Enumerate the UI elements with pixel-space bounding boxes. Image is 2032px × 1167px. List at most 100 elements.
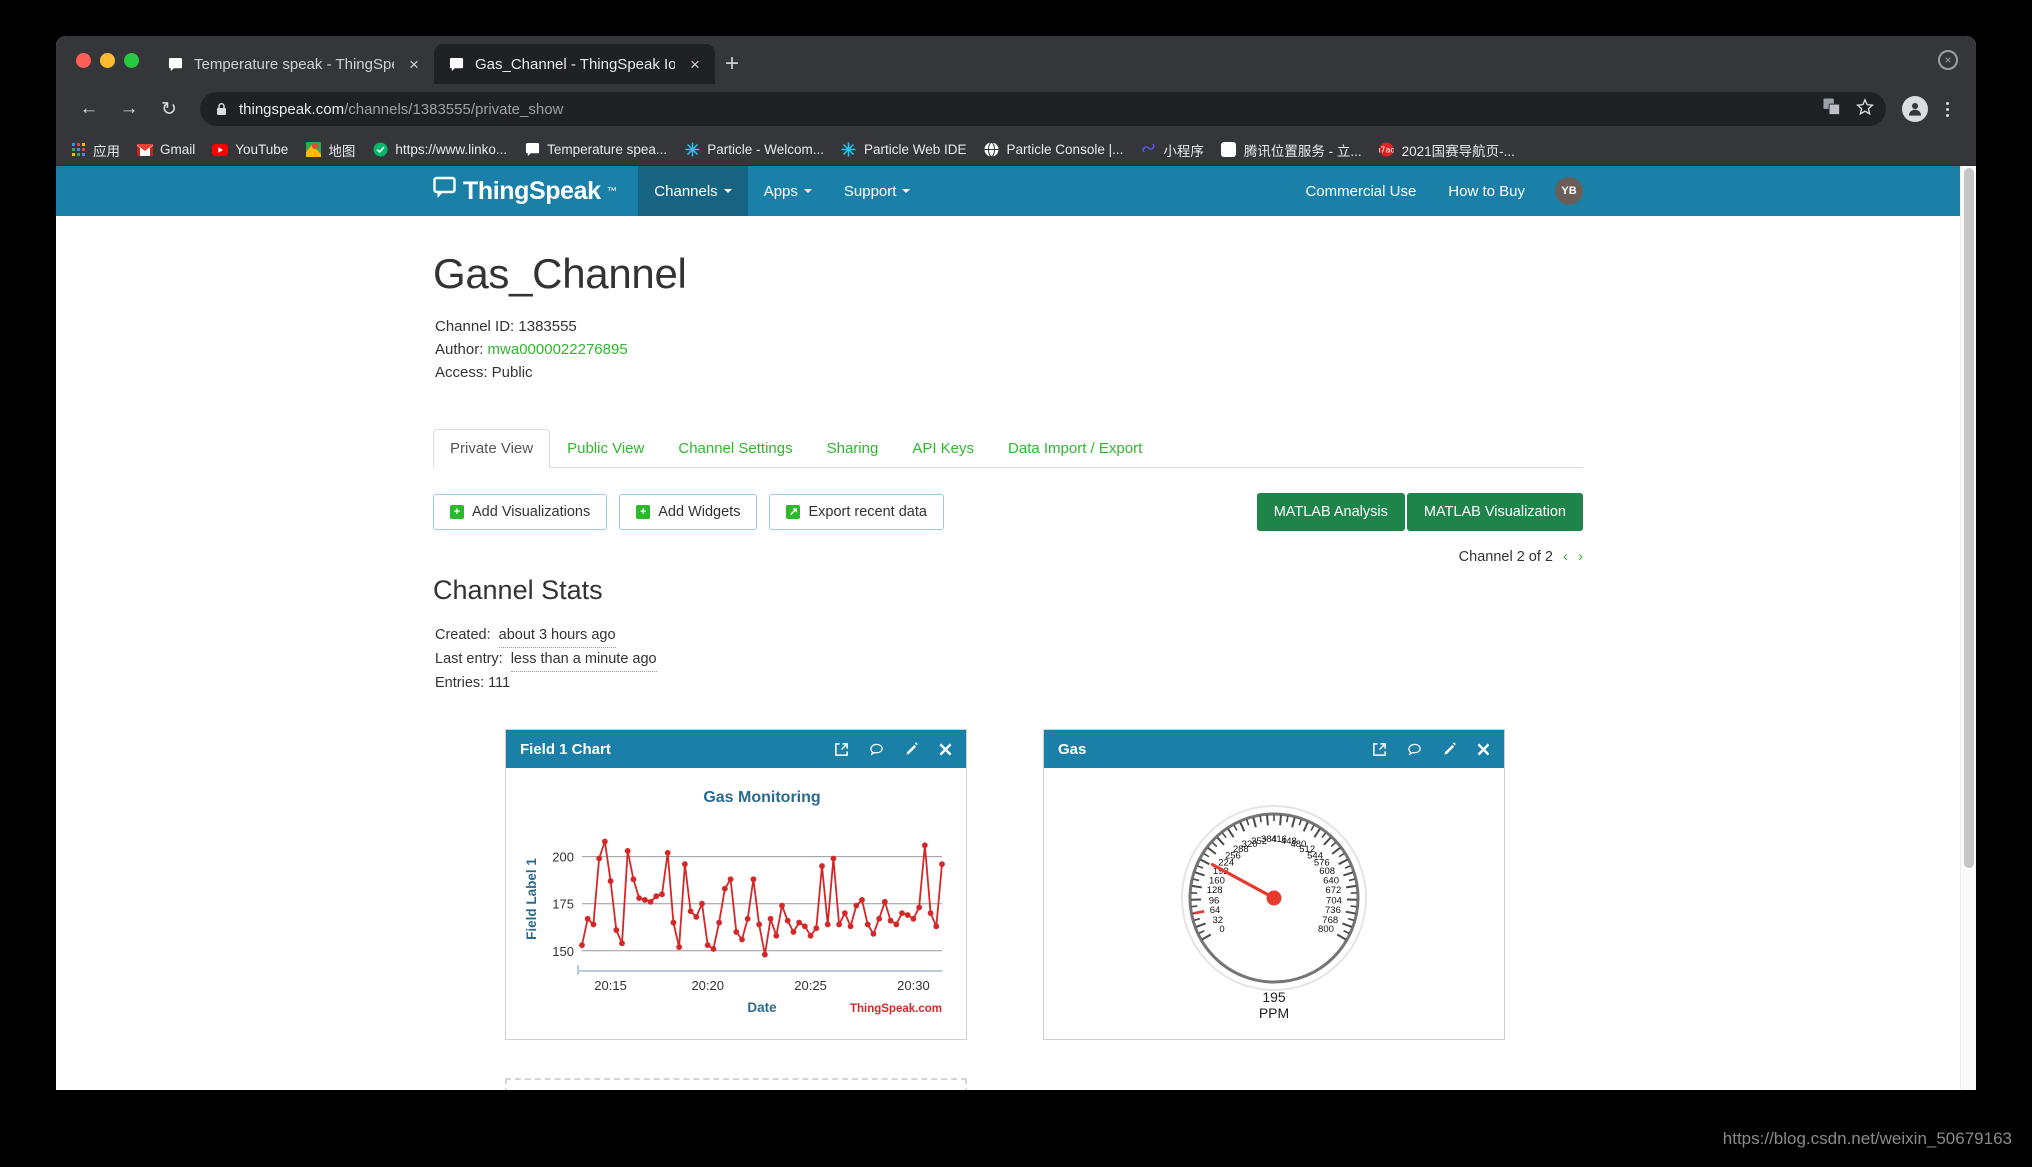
bookmark-particle-console[interactable]: Particle Console |... (984, 142, 1123, 158)
next-channel-button[interactable]: › (1578, 548, 1583, 565)
empty-widget-placeholder[interactable] (505, 1078, 967, 1090)
svg-text:32: 32 (1212, 915, 1223, 926)
thingspeak-favicon-icon (167, 56, 184, 73)
close-window-button[interactable] (76, 52, 91, 68)
browser-tab-temperature-speak[interactable]: Temperature speak - ThingSpe × (153, 44, 434, 84)
tab-data-import-export[interactable]: Data Import / Export (991, 429, 1159, 468)
matlab-visualization-button[interactable]: MATLAB Visualization (1406, 493, 1583, 532)
tab-close-button[interactable]: × (685, 56, 705, 73)
svg-text:20:30: 20:30 (897, 978, 930, 993)
bookmark-gmail[interactable]: Gmail (137, 142, 195, 158)
nav-item-commercial-use[interactable]: Commercial Use (1289, 183, 1432, 200)
tab-channel-settings[interactable]: Channel Settings (661, 429, 809, 468)
translate-icon[interactable] (1823, 98, 1840, 120)
bookmark-particle-welcome[interactable]: Particle - Welcom... (684, 142, 824, 158)
thingspeak-logo[interactable]: ThingSpeak ™ (433, 166, 638, 216)
tab-close-button[interactable]: × (404, 56, 424, 73)
bookmark-youtube[interactable]: YouTube (212, 142, 288, 158)
bookmark-label: Particle Web IDE (863, 142, 967, 157)
thingspeak-navbar: ThingSpeak ™ Channels Apps Support Commer… (56, 166, 1960, 216)
gas-monitoring-line-chart[interactable]: Gas Monitoring 150 175 200 20:15 20:20 20:25 20… (514, 776, 1033, 1026)
channel-tabs: Private View Public View Channel Setting… (433, 428, 1583, 469)
svg-text:Date: Date (747, 1000, 777, 1015)
bookmark-tencent-maps[interactable]: 腾讯位置服务 - 立... (1221, 140, 1362, 160)
new-tab-button[interactable]: + (715, 44, 749, 84)
export-icon: ↗ (786, 505, 801, 520)
bookmark-linko[interactable]: https://www.linko... (372, 142, 507, 158)
svg-text:Field Label 1: Field Label 1 (524, 858, 539, 940)
svg-text:20:15: 20:15 (594, 978, 627, 993)
thingspeak-logo-text: ThingSpeak (463, 176, 601, 205)
nav-item-how-to-buy[interactable]: How to Buy (1432, 183, 1541, 200)
stat-value: about 3 hours ago (498, 624, 616, 649)
gas-gauge[interactable]: 0326496128160192224256288320352384416448… (1052, 776, 1496, 1026)
page-scrollbar-thumb[interactable] (1964, 168, 1974, 868)
close-icon[interactable] (1477, 743, 1490, 756)
comment-icon[interactable] (1407, 742, 1422, 757)
maximize-window-button[interactable] (124, 52, 139, 68)
popout-icon[interactable] (834, 742, 849, 757)
stat-label: Created: (435, 627, 491, 644)
profile-avatar-icon[interactable] (1902, 96, 1928, 122)
back-button[interactable]: ← (72, 92, 106, 126)
youtube-icon (212, 142, 229, 158)
bookmark-label: Temperature spea... (547, 142, 668, 157)
reload-button[interactable]: ↻ (152, 92, 186, 126)
bookmark-label: 地图 (328, 143, 356, 159)
three-dots-menu-icon[interactable] (1934, 101, 1960, 117)
star-icon[interactable] (1856, 97, 1874, 121)
tab-sharing[interactable]: Sharing (810, 429, 896, 468)
globe-icon (984, 142, 1000, 158)
minimize-window-button[interactable] (100, 52, 115, 68)
widget-body: Gas Monitoring 150 175 200 20:15 20:20 20:25 20… (506, 768, 1033, 1040)
svg-text:800: 800 (1318, 924, 1334, 935)
nav-item-apps[interactable]: Apps (748, 166, 828, 216)
comment-icon[interactable] (869, 742, 884, 757)
prev-channel-button[interactable]: ‹ (1563, 548, 1568, 565)
svg-text:ThingSpeak.com: ThingSpeak.com (850, 1003, 942, 1015)
forward-button[interactable]: → (112, 92, 146, 126)
popout-icon[interactable] (1372, 742, 1387, 757)
bookmark-apps[interactable]: 应用 (70, 140, 120, 160)
bookmark-label: YouTube (235, 142, 289, 157)
window-close-circle-icon[interactable]: × (1938, 50, 1958, 70)
tab-public-view[interactable]: Public View (550, 429, 661, 468)
bookmark-contest-nav[interactable]: \u7ade 2021国赛导航页-... (1379, 140, 1515, 160)
export-recent-data-button[interactable]: ↗ Export recent data (769, 494, 944, 531)
stat-created: Created: about 3 hours ago (435, 624, 1583, 649)
user-avatar[interactable]: YB (1555, 177, 1583, 205)
address-bar[interactable]: thingspeak.com/channels/1383555/private_… (200, 92, 1886, 126)
window-traffic-lights (70, 36, 153, 84)
omnibox-right-icons (1823, 97, 1874, 121)
bookmark-temperature-speak[interactable]: Temperature spea... (524, 142, 667, 158)
pencil-icon[interactable] (904, 741, 919, 757)
svg-text:20:20: 20:20 (691, 978, 724, 993)
apps-grid-icon (70, 142, 86, 158)
browser-toolbar: ← → ↻ thingspeak.com/channels/1383555/pr… (56, 84, 1976, 134)
browser-tab-gas-channel[interactable]: Gas_Channel - ThingSpeak IoT × (434, 44, 715, 84)
particle-icon (684, 142, 700, 158)
widget-row: Field 1 Chart Gas Monitoring 150 175 200… (433, 729, 1583, 1041)
channel-author-link[interactable]: mwa0000022276895 (488, 341, 628, 358)
channel-stats-title: Channel Stats (433, 575, 603, 606)
bookmark-particle-web-ide[interactable]: Particle Web IDE (841, 142, 967, 158)
tab-private-view[interactable]: Private View (433, 429, 551, 469)
page-scrollbar-track[interactable] (1960, 166, 1976, 1090)
bookmark-miniprogram[interactable]: 小程序 (1140, 140, 1204, 160)
tab-api-keys[interactable]: API Keys (895, 429, 991, 468)
add-widgets-button[interactable]: + Add Widgets (619, 494, 758, 531)
browser-window: Temperature speak - ThingSpe × Gas_Chann… (56, 36, 1976, 1090)
nav-item-label: Channels (654, 182, 718, 200)
pencil-icon[interactable] (1442, 741, 1457, 757)
url-host: thingspeak.com (239, 100, 345, 118)
nav-item-channels[interactable]: Channels (638, 166, 748, 216)
add-visualizations-button[interactable]: + Add Visualizations (433, 494, 608, 531)
widget-title: Field 1 Chart (520, 740, 611, 758)
matlab-analysis-button[interactable]: MATLAB Analysis (1256, 493, 1405, 532)
close-icon[interactable] (939, 743, 952, 756)
nav-item-label: Support (843, 182, 897, 200)
plus-icon: + (450, 505, 464, 520)
nav-item-support[interactable]: Support (828, 166, 927, 216)
widget-title: Gas (1058, 740, 1087, 758)
bookmark-maps[interactable]: 地图 (305, 140, 355, 160)
